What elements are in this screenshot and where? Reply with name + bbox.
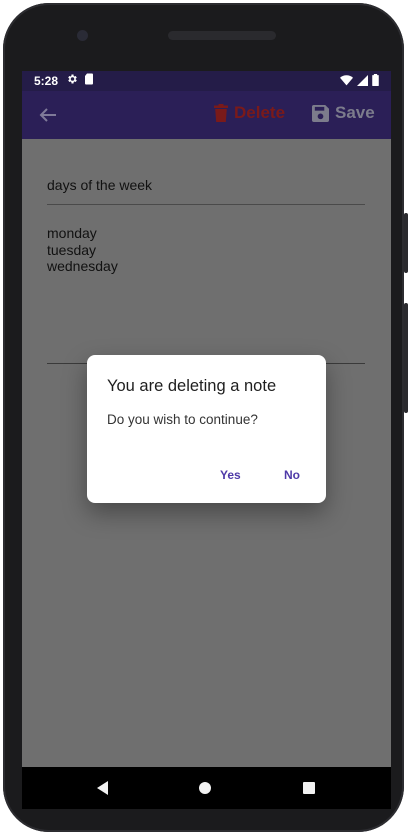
arrow-back-icon	[39, 108, 56, 122]
status-bar: 5:28	[22, 71, 391, 91]
delete-button[interactable]: Delete	[214, 103, 285, 123]
delete-confirmation-dialog: You are deleting a note Do you wish to c…	[87, 355, 326, 503]
note-body-input[interactable]: monday tuesday wednesday	[47, 225, 365, 275]
no-button[interactable]: No	[284, 468, 300, 482]
nav-home-icon[interactable]	[199, 782, 211, 794]
battery-icon	[372, 74, 379, 86]
volume-button	[404, 303, 408, 413]
app-bar: Delete Save	[22, 91, 391, 139]
title-underline	[47, 204, 365, 205]
gear-icon	[68, 74, 77, 84]
wifi-icon	[340, 74, 353, 85]
status-icons-left	[66, 73, 94, 85]
note-title-input[interactable]: days of the week	[47, 177, 365, 193]
power-button	[404, 213, 408, 273]
delete-label: Delete	[234, 103, 286, 122]
floppy-disk-icon	[312, 104, 329, 122]
dialog-message: Do you wish to continue?	[107, 412, 258, 427]
back-button[interactable]	[36, 103, 60, 127]
front-camera	[77, 30, 88, 41]
navigation-bar	[22, 767, 391, 809]
yes-button[interactable]: Yes	[220, 468, 241, 482]
trash-icon	[214, 104, 228, 122]
nav-recents-icon[interactable]	[303, 782, 315, 794]
signal-icon	[357, 74, 368, 86]
status-time: 5:28	[34, 74, 59, 88]
nav-back-icon[interactable]	[96, 781, 110, 795]
status-icons-right	[340, 74, 379, 86]
save-button[interactable]: Save	[312, 103, 375, 123]
screen: 5:28 Delete Save days of the week monday…	[22, 71, 391, 809]
save-label: Save	[335, 103, 375, 122]
phone-frame: 5:28 Delete Save days of the week monday…	[3, 3, 408, 832]
sd-card-icon	[85, 73, 93, 85]
dialog-title: You are deleting a note	[107, 377, 277, 395]
earpiece-speaker	[168, 31, 276, 40]
